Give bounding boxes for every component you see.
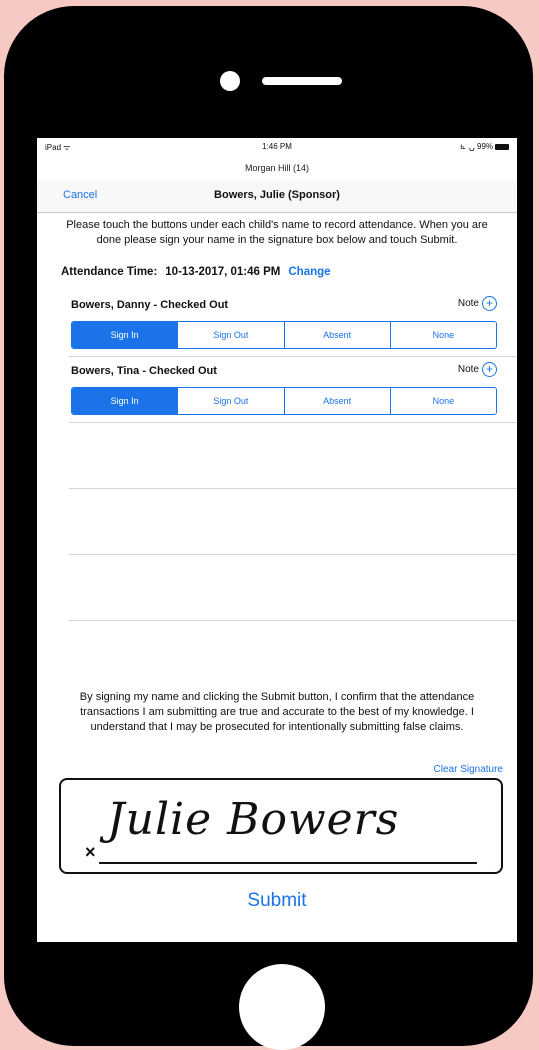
- phone-frame: iPad ᯤ 1:46 PM ⊾ ⍽ 99% Morgan Hill (14) …: [4, 6, 533, 1050]
- row-divider: [69, 554, 517, 555]
- battery-status: ⊾ ⍽ 99%: [460, 142, 509, 151]
- battery-label: ⊾ ⍽ 99%: [459, 142, 493, 151]
- clear-signature-button[interactable]: Clear Signature: [434, 764, 503, 775]
- signature-line: [99, 862, 477, 864]
- confirmation-statement: By signing my name and clicking the Subm…: [79, 691, 475, 733]
- none-segment[interactable]: None: [389, 322, 496, 348]
- camera-dot: [220, 71, 240, 91]
- row-divider: [69, 356, 517, 357]
- none-segment[interactable]: None: [389, 388, 496, 414]
- add-note-icon[interactable]: +: [482, 362, 497, 377]
- attendance-time-value: 10-13-2017, 01:46 PM: [165, 266, 281, 278]
- signature-drawing: Julie Bowers: [107, 794, 400, 845]
- submit-button[interactable]: Submit: [37, 890, 517, 912]
- absent-segment[interactable]: Absent: [283, 322, 390, 348]
- sign-out-segment[interactable]: Sign Out: [177, 388, 284, 414]
- location-subtitle: Morgan Hill (14): [244, 163, 310, 173]
- row-divider: [69, 488, 517, 489]
- sign-in-segment[interactable]: Sign In: [72, 322, 178, 348]
- absent-segment[interactable]: Absent: [283, 388, 390, 414]
- navigation-bar: Cancel Bowers, Julie (Sponsor): [37, 180, 517, 213]
- attendance-segmented-control: Sign In Sign Out Absent None: [71, 321, 497, 349]
- battery-icon: [495, 143, 509, 150]
- child-name: Bowers, Danny - Checked Out: [71, 299, 229, 311]
- note-button[interactable]: Note +: [458, 296, 497, 311]
- sign-in-segment[interactable]: Sign In: [72, 388, 178, 414]
- note-button[interactable]: Note +: [458, 362, 497, 377]
- attendance-time-label: Attendance Time:: [61, 266, 158, 278]
- note-label: Note: [457, 364, 479, 376]
- app-screen: iPad ᯤ 1:46 PM ⊾ ⍽ 99% Morgan Hill (14) …: [37, 138, 517, 942]
- note-label: Note: [457, 298, 479, 310]
- signature-box[interactable]: Julie Bowers ×: [59, 778, 503, 874]
- status-time: 1:46 PM: [262, 142, 292, 151]
- attendance-segmented-control: Sign In Sign Out Absent None: [71, 387, 497, 415]
- add-note-icon[interactable]: +: [482, 296, 497, 311]
- status-bar: iPad ᯤ 1:46 PM ⊾ ⍽ 99%: [37, 138, 517, 154]
- sign-out-segment[interactable]: Sign Out: [177, 322, 284, 348]
- change-time-button[interactable]: Change: [288, 266, 330, 278]
- home-button[interactable]: [239, 964, 325, 1050]
- signature-x-mark: ×: [85, 842, 96, 862]
- instructions-text: Please touch the buttons under each chil…: [66, 219, 488, 246]
- page-title: Bowers, Julie (Sponsor): [214, 189, 340, 201]
- child-name: Bowers, Tina - Checked Out: [71, 365, 217, 377]
- row-divider: [69, 620, 517, 621]
- row-divider: [69, 422, 517, 423]
- attendance-time: Attendance Time: 10-13-2017, 01:46 PM Chan…: [61, 266, 331, 278]
- speaker-grille: [262, 77, 342, 85]
